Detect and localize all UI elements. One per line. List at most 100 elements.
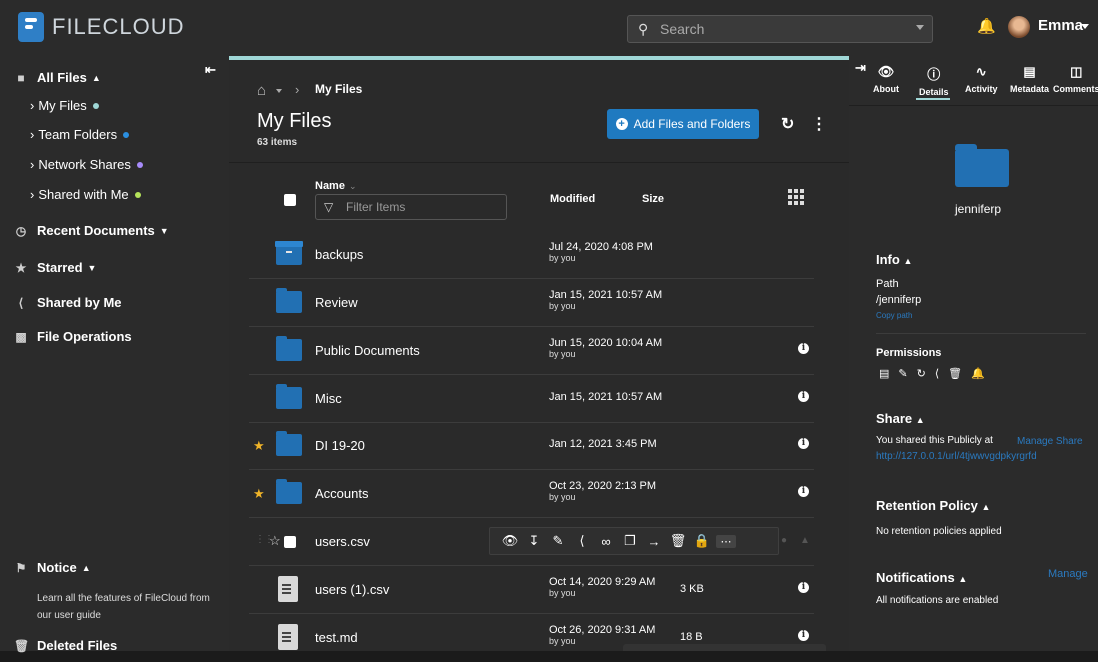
avatar[interactable] (1008, 16, 1030, 38)
breadcrumb-caret-icon[interactable] (276, 89, 282, 93)
star-filled-icon[interactable]: ★ (253, 486, 265, 502)
more-options-icon[interactable]: ⋮ (811, 114, 827, 134)
sidebar-item-recent-documents[interactable]: ◷ Recent Documents ▼ (0, 223, 229, 238)
file-name[interactable]: Accounts (315, 486, 368, 501)
table-row[interactable]: backups Jul 24, 2020 4:08 PM by you (249, 231, 814, 279)
info-icon[interactable]: i (798, 582, 809, 593)
file-name[interactable]: Review (315, 295, 358, 310)
permissions-icons: ▤ ✎ ↻ ⟨ 🗑 🔔 (879, 367, 985, 380)
star-outline-icon[interactable]: ☆ (269, 533, 281, 549)
upload-status-bar[interactable] (623, 644, 826, 651)
file-name[interactable]: Misc (315, 391, 342, 406)
trash-icon[interactable]: 🗑 (668, 533, 688, 549)
modified-date: Jan 15, 2021 10:57 AM (549, 391, 663, 403)
info-icon[interactable]: i (798, 438, 809, 449)
file-name[interactable]: users.csv (315, 534, 370, 549)
link-icon[interactable]: ∞ (596, 534, 616, 549)
table-row[interactable]: Misc Jan 15, 2021 10:57 AM i (249, 375, 814, 423)
info-icon[interactable]: i (798, 486, 809, 497)
filter-items-field[interactable]: ▽ (315, 194, 507, 220)
table-row[interactable]: test.md Oct 26, 2020 9:31 AM by you 18 B … (249, 614, 814, 662)
column-header-modified[interactable]: Modified (550, 193, 595, 205)
search-box[interactable]: ⚲ (627, 15, 933, 43)
tab-about[interactable]: 👁 About (873, 64, 899, 94)
tab-activity[interactable]: ∿ Activity (965, 64, 998, 94)
edit-icon[interactable]: ✎ (548, 533, 568, 549)
manage-share-link[interactable]: Manage Share (1017, 436, 1083, 447)
notifications-section-header[interactable]: Notifications ▲ (876, 570, 967, 585)
sidebar-item-shared-by-me[interactable]: ⟨ Shared by Me (0, 295, 229, 310)
file-name[interactable]: test.md (315, 630, 358, 645)
copy-icon[interactable]: ❐ (620, 533, 640, 549)
table-row[interactable]: Public Documents Jun 15, 2020 10:04 AM by… (249, 327, 814, 375)
notice-text[interactable]: Learn all the features of FileCloud from… (37, 590, 217, 624)
sidebar-item-starred[interactable]: ★ Starred ▼ (0, 260, 229, 275)
share-url-link[interactable]: http://127.0.0.1/url/4tjwwvgdpkyrgrfd (876, 451, 1037, 462)
breadcrumb[interactable]: My Files (315, 82, 362, 96)
file-name[interactable]: users (1).csv (315, 582, 389, 597)
permissions-label: Permissions (876, 347, 942, 359)
sidebar-item-network-shares[interactable]: › Network Shares (30, 157, 143, 172)
home-icon[interactable]: ⌂ (257, 82, 266, 99)
search-input[interactable] (660, 19, 910, 39)
grid-view-icon[interactable] (788, 189, 804, 205)
tab-metadata[interactable]: ▤ Metadata (1010, 64, 1049, 94)
table-row[interactable]: Review Jan 15, 2021 10:57 AM by you (249, 279, 814, 327)
user-menu-caret-icon[interactable] (1081, 24, 1089, 29)
delete-permission-icon: 🗑 (948, 368, 963, 380)
retention-section-header[interactable]: Retention Policy ▲ (876, 498, 990, 513)
manage-notifications-link[interactable]: Manage (1048, 568, 1088, 580)
details-panel: ⇥ 👁 About ⓘ Details ∿ Activity ▤ Metadata ◫ C… (849, 56, 1098, 651)
sidebar-item-team-folders[interactable]: › Team Folders (30, 127, 130, 142)
star-filled-icon[interactable]: ★ (253, 438, 265, 454)
copy-path-link[interactable]: Copy path (876, 311, 912, 320)
lock-status-icon[interactable]: ▲ (800, 535, 810, 546)
table-row[interactable]: ★ DI 19-20 Jan 12, 2021 3:45 PM i (249, 422, 814, 470)
filecloud-logo[interactable]: FILECLOUD (18, 12, 184, 42)
file-name[interactable]: Public Documents (315, 343, 420, 358)
column-header-size[interactable]: Size (642, 193, 664, 205)
active-tab-indicator (916, 98, 950, 100)
sidebar-item-file-operations[interactable]: ▩ File Operations (0, 329, 229, 344)
info-icon[interactable]: i (798, 630, 809, 641)
status-dot (134, 191, 141, 198)
sidebar-item-notice[interactable]: ⚑ Notice ▲ (0, 560, 229, 575)
share-icon[interactable]: ⟨ (572, 533, 592, 549)
comment-icon[interactable]: ● (781, 535, 787, 546)
info-section-header[interactable]: Info ▲ (876, 252, 912, 267)
move-icon[interactable]: → (644, 534, 664, 549)
add-files-label: Add Files and Folders (633, 117, 751, 131)
sidebar-item-my-files[interactable]: › My Files (30, 98, 99, 113)
refresh-icon[interactable]: ↻ (781, 114, 794, 134)
section-title: Share (876, 411, 913, 426)
file-name[interactable]: DI 19-20 (315, 438, 365, 453)
add-files-button[interactable]: + Add Files and Folders (607, 109, 759, 139)
info-icon[interactable]: i (798, 391, 809, 402)
info-icon[interactable]: i (798, 343, 809, 354)
modified-by: by you (549, 492, 576, 502)
filter-input[interactable] (346, 199, 496, 215)
sidebar-item-shared-with-me[interactable]: › Shared with Me (30, 187, 141, 202)
sort-caret-icon: ⌄ (348, 181, 357, 191)
more-actions-icon[interactable]: ⋯ (716, 534, 736, 548)
tab-comments[interactable]: ◫ Comments (1053, 64, 1098, 94)
table-row[interactable]: ★ Accounts Oct 23, 2020 2:13 PM by you i (249, 470, 814, 518)
table-row[interactable]: ⋮⋮ ☆ users.csv 👁 ↧ ✎ ⟨ ∞ ❐ → 🗑 🔒 ⋯ ● ▲ (249, 518, 814, 566)
tab-details[interactable]: ⓘ Details (919, 64, 949, 97)
search-dropdown-caret-icon[interactable] (916, 25, 924, 30)
breadcrumb-separator-icon: › (295, 82, 300, 97)
read-permission-icon: ▤ (879, 368, 890, 380)
column-header-name[interactable]: Name ⌄ (315, 180, 357, 192)
lock-icon[interactable]: 🔒 (692, 533, 712, 549)
file-name[interactable]: backups (315, 247, 363, 262)
preview-icon[interactable]: 👁 (500, 533, 520, 549)
select-all-checkbox[interactable] (284, 194, 296, 206)
notifications-bell-icon[interactable]: 🔔 (977, 17, 996, 35)
table-row[interactable]: users (1).csv Oct 14, 2020 9:29 AM by you… (249, 566, 814, 614)
collapse-details-icon[interactable]: ⇥ (855, 60, 866, 76)
row-checkbox[interactable] (284, 536, 296, 548)
download-icon[interactable]: ↧ (524, 533, 544, 549)
sidebar-item-all-files[interactable]: ■ All Files ▲ (0, 70, 229, 85)
user-menu-name[interactable]: Emma (1038, 17, 1083, 34)
share-section-header[interactable]: Share ▲ (876, 411, 925, 426)
